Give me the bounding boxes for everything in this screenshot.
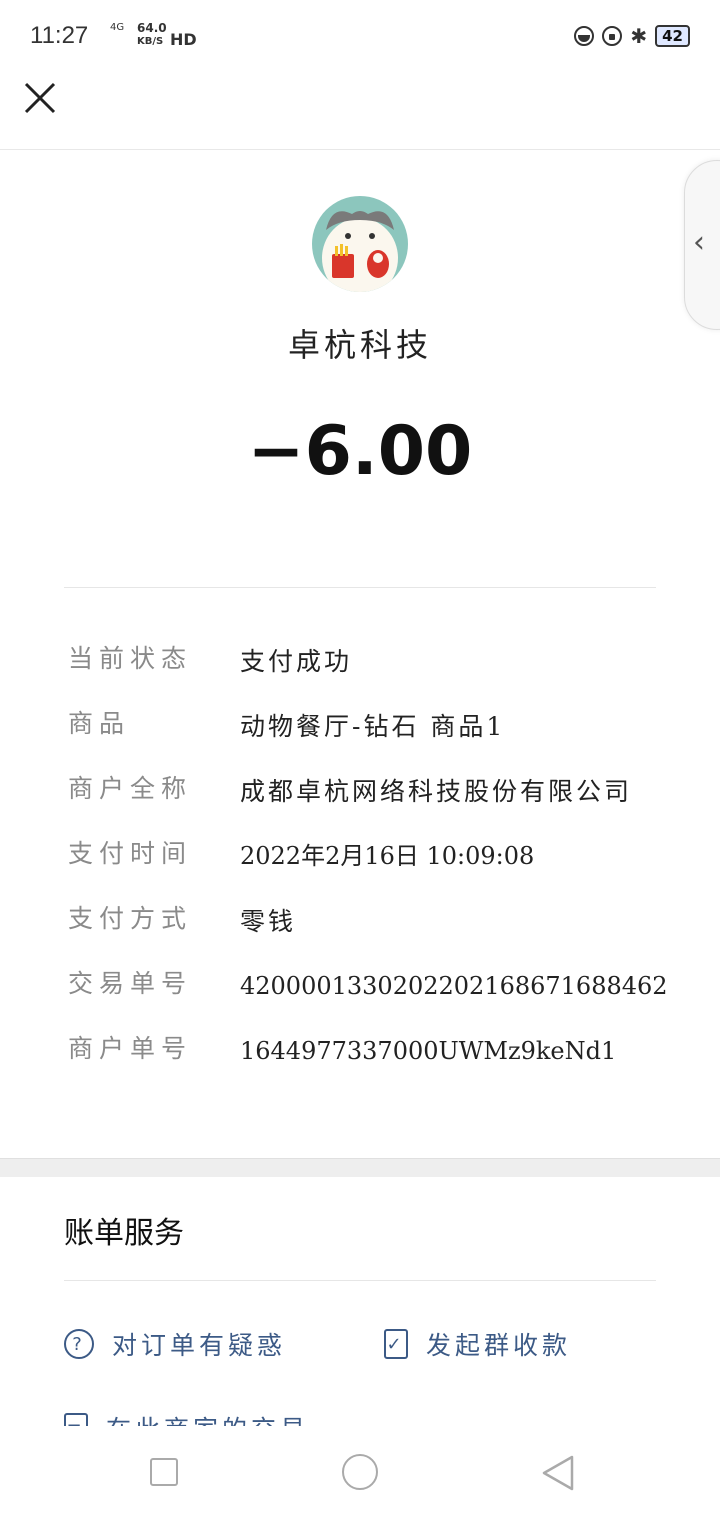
order-question-label: 对订单有疑惑 — [112, 1331, 287, 1360]
recent-apps-button[interactable] — [150, 1458, 178, 1486]
status-time: 11:27 — [30, 22, 89, 49]
detail-value: 成都卓杭网络科技股份有限公司 — [240, 777, 633, 806]
detail-label: 支付时间 — [68, 839, 193, 868]
home-button[interactable] — [342, 1454, 378, 1490]
checklist-icon: ✓ — [384, 1329, 408, 1359]
detail-value[interactable]: 1644977337000UWMz9keNd1 — [240, 1030, 658, 1073]
close-icon — [24, 82, 56, 114]
data-saver-icon — [574, 26, 595, 46]
divider — [64, 1280, 656, 1281]
detail-row-product: 商品 动物餐厅-钻石 商品1 — [68, 705, 658, 748]
network-speed-unit: KB/S — [137, 36, 164, 47]
back-button[interactable] — [540, 1454, 574, 1492]
detail-row-pay-method: 支付方式 零钱 — [68, 900, 658, 943]
detail-value[interactable]: 4200001330202202168671688462 — [240, 965, 668, 1008]
hd-indicator: HD — [170, 30, 197, 49]
side-floating-tab[interactable]: ‹ — [684, 160, 720, 330]
status-bar: 11:27 4G 64.0 KB/S HD ✱ 42 — [0, 0, 720, 72]
section-separator — [0, 1158, 720, 1177]
detail-label: 商户单号 — [68, 1034, 193, 1063]
group-collect-label: 发起群收款 — [426, 1331, 572, 1360]
detail-row-pay-time: 支付时间 2022年2月16日 10:09:08 — [68, 835, 658, 878]
group-collect-link[interactable]: ✓ 发起群收款 — [384, 1326, 571, 1362]
detail-row-merchant-order-id: 商户单号 1644977337000UWMz9keNd1 — [68, 1030, 658, 1073]
detail-row-transaction-id: 交易单号 4200001330202202168671688462 — [68, 965, 668, 1008]
order-question-link[interactable]: ? 对订单有疑惑 — [64, 1326, 286, 1362]
transaction-details: 当前状态 支付成功 商品 动物餐厅-钻石 商品1 商户全称 成都卓杭网络科技股份… — [68, 640, 668, 1095]
rotation-lock-icon — [602, 26, 623, 46]
cat-mascot-icon — [322, 211, 398, 292]
detail-label: 当前状态 — [68, 644, 193, 673]
merchant-transactions-link[interactable]: ≡ 在此商家的交易 — [64, 1410, 309, 1426]
header-divider — [0, 149, 720, 150]
network-speed-value: 64.0 — [137, 21, 167, 35]
detail-label: 商户全称 — [68, 774, 193, 803]
close-button[interactable] — [20, 80, 60, 120]
services-title: 账单服务 — [64, 1216, 184, 1251]
detail-value: 动物餐厅-钻石 商品1 — [240, 712, 506, 741]
detail-row-status: 当前状态 支付成功 — [68, 640, 658, 683]
network-type: 4G — [110, 22, 125, 33]
question-circle-icon: ? — [64, 1329, 94, 1359]
chevron-left-icon: ‹ — [693, 225, 705, 260]
detail-label: 交易单号 — [68, 969, 193, 998]
merchant-transactions-label: 在此商家的交易 — [106, 1410, 309, 1426]
transaction-amount: −6.00 — [247, 412, 473, 491]
detail-label: 商品 — [68, 709, 131, 738]
divider — [64, 587, 656, 588]
detail-value: 支付成功 — [240, 647, 353, 676]
detail-label: 支付方式 — [68, 904, 193, 933]
merchant-name: 卓杭科技 — [287, 326, 432, 364]
battery-icon: 42 — [655, 25, 690, 47]
system-nav-bar — [0, 1426, 720, 1520]
clipped-row: ≡ 在此商家的交易 — [64, 1410, 309, 1426]
network-speed: 64.0 KB/S — [137, 22, 167, 48]
list-icon: ≡ — [64, 1413, 88, 1426]
merchant-avatar — [312, 196, 408, 292]
detail-value: 零钱 — [240, 907, 297, 936]
system-icons: ✱ 42 — [574, 24, 690, 48]
detail-row-merchant-fullname: 商户全称 成都卓杭网络科技股份有限公司 — [68, 770, 658, 813]
detail-value: 2022年2月16日 10:09:08 — [240, 842, 535, 870]
bluetooth-icon: ✱ — [630, 24, 648, 48]
